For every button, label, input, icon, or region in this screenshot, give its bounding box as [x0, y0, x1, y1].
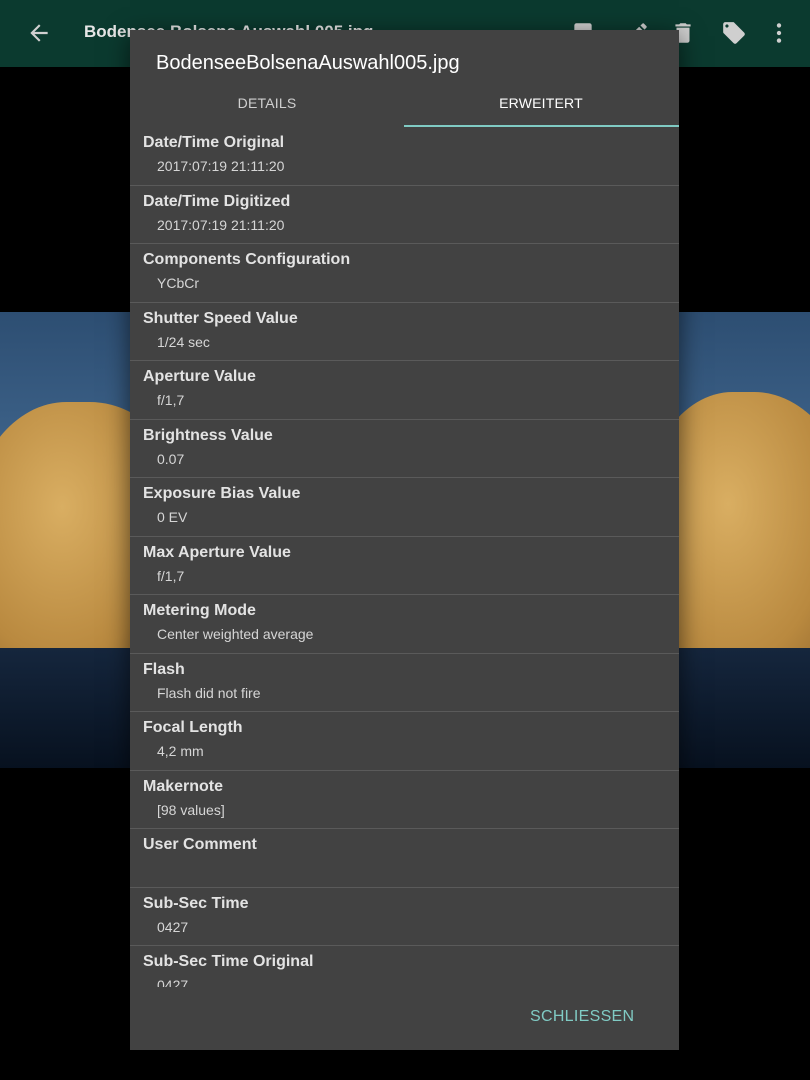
- list-item: Flash Flash did not fire: [130, 654, 679, 712]
- list-item: Aperture Value f/1,7: [130, 361, 679, 420]
- list-item: Components Configuration YCbCr: [130, 244, 679, 303]
- tag-icon[interactable]: [721, 20, 747, 46]
- list-item: Shutter Speed Value 1/24 sec: [130, 303, 679, 361]
- list-item: Metering Mode Center weighted average: [130, 595, 679, 654]
- list-item: Exposure Bias Value 0 EV: [130, 478, 679, 537]
- list-item: Max Aperture Value f/1,7: [130, 537, 679, 595]
- list-item: Sub-Sec Time 0427: [130, 888, 679, 946]
- list-item: Sub-Sec Time Original 0427: [130, 946, 679, 987]
- dialog-title: BodenseeBolsenaAuswahl005.jpg: [156, 52, 460, 74]
- list-item: Focal Length 4,2 mm: [130, 712, 679, 771]
- list-item: Date/Time Digitized 2017:07:19 21:11:20: [130, 186, 679, 244]
- tab-details[interactable]: DETAILS: [130, 92, 404, 128]
- exif-list[interactable]: Date/Time Original 2017:07:19 21:11:20 Da…: [130, 127, 679, 987]
- list-item: Makernote [98 values]: [130, 771, 679, 829]
- list-item: User Comment: [130, 829, 679, 888]
- tab-erweitert[interactable]: ERWEITERT: [404, 92, 678, 128]
- arrow-back-icon[interactable]: [26, 20, 52, 46]
- more-vert-icon[interactable]: [766, 20, 792, 46]
- list-item: Date/Time Original 2017:07:19 21:11:20: [130, 127, 679, 186]
- list-item: Brightness Value 0.07: [130, 420, 679, 478]
- close-button[interactable]: SCHLIESSEN: [530, 1008, 634, 1026]
- properties-dialog: BodenseeBolsenaAuswahl005.jpg DETAILS ER…: [130, 30, 679, 1050]
